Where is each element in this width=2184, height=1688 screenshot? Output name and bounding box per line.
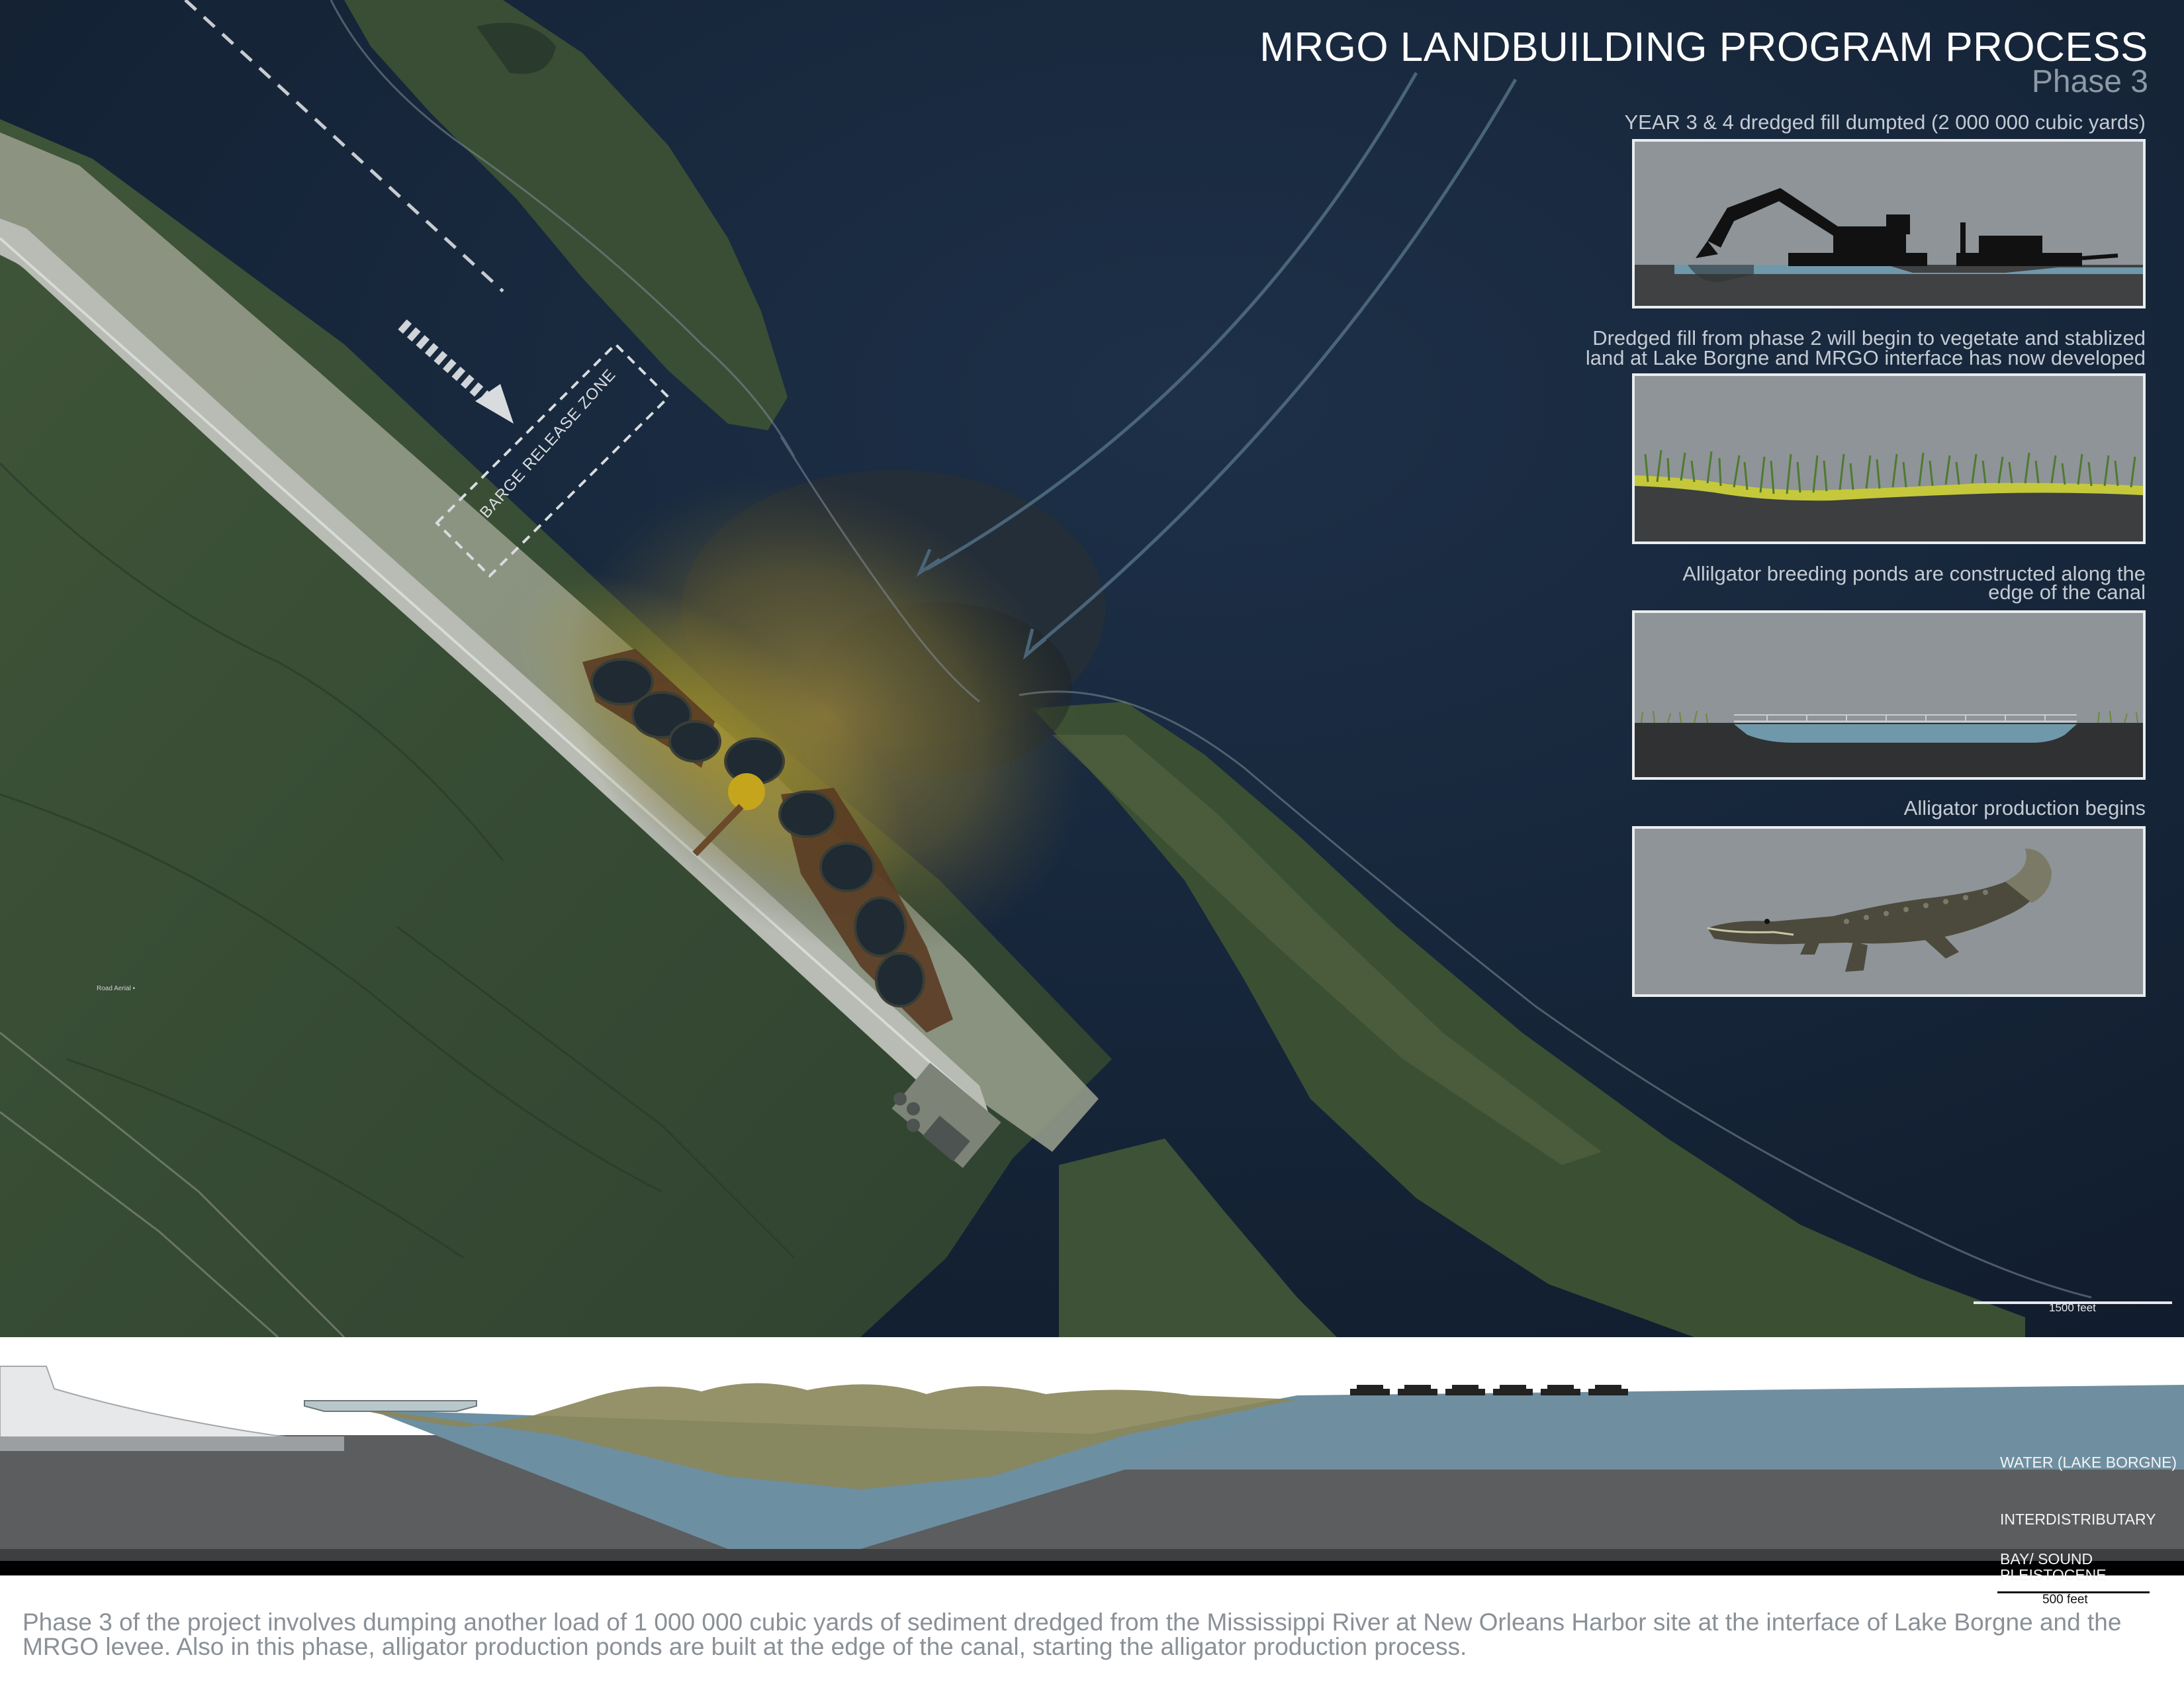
cross-section: WATER (LAKE BORGNE) INTERDISTRIBUTARY BA… bbox=[0, 1337, 2184, 1589]
dredge-excavator-barge-icon bbox=[1635, 142, 2143, 306]
panel-3-caption-line-2: edge of the canal bbox=[1988, 581, 2146, 604]
layer-label-interdistributary: INTERDISTRIBUTARY bbox=[2000, 1511, 2156, 1528]
project-description: Phase 3 of the project involves dumping … bbox=[23, 1609, 2122, 1660]
pleistocene-layer bbox=[0, 1561, 2184, 1575]
aerial-map: BARGE RELEASE ZONE Road Aerial • 1500 fe… bbox=[0, 0, 2184, 1337]
cross-section-graphic bbox=[0, 1337, 2184, 1589]
alligator-icon bbox=[1635, 829, 2143, 994]
road-label: Road Aerial • bbox=[97, 985, 135, 992]
pond-structure bbox=[304, 1400, 477, 1412]
panel-2-caption-line-1: Dredged fill from phase 2 will begin to … bbox=[1592, 326, 2146, 350]
panel-breeding-pond bbox=[1632, 610, 2146, 780]
section-scale-label: 500 feet bbox=[2042, 1593, 2088, 1607]
layer-label-bay-sound: BAY/ SOUND bbox=[2000, 1550, 2093, 1568]
panel-4-caption: Alligator production begins bbox=[1903, 796, 2146, 820]
panel-2-caption-line-2: land at Lake Borgne and MRGO interface h… bbox=[1585, 346, 2146, 369]
panel-alligator bbox=[1632, 826, 2146, 997]
breeding-pond-icon bbox=[1635, 613, 2143, 777]
vegetation-icon bbox=[1635, 376, 2143, 541]
page-title: MRGO LANDBUILDING PROGRAM PROCESS bbox=[1259, 24, 2148, 70]
pond-marker bbox=[728, 773, 765, 810]
panel-dredging bbox=[1632, 139, 2146, 308]
map-scale-bar bbox=[1974, 1301, 2172, 1304]
panel-1-caption: YEAR 3 & 4 dredged fill dumpted (2 000 0… bbox=[1624, 111, 2146, 134]
panel-vegetation bbox=[1632, 373, 2146, 544]
layer-label-water: WATER (LAKE BORGNE) bbox=[2000, 1454, 2177, 1471]
bay-sound-layer bbox=[0, 1549, 2184, 1561]
page-subtitle: Phase 3 bbox=[2031, 64, 2148, 99]
layer-label-pleistocene: PLEISTOCENE bbox=[2000, 1566, 2107, 1583]
